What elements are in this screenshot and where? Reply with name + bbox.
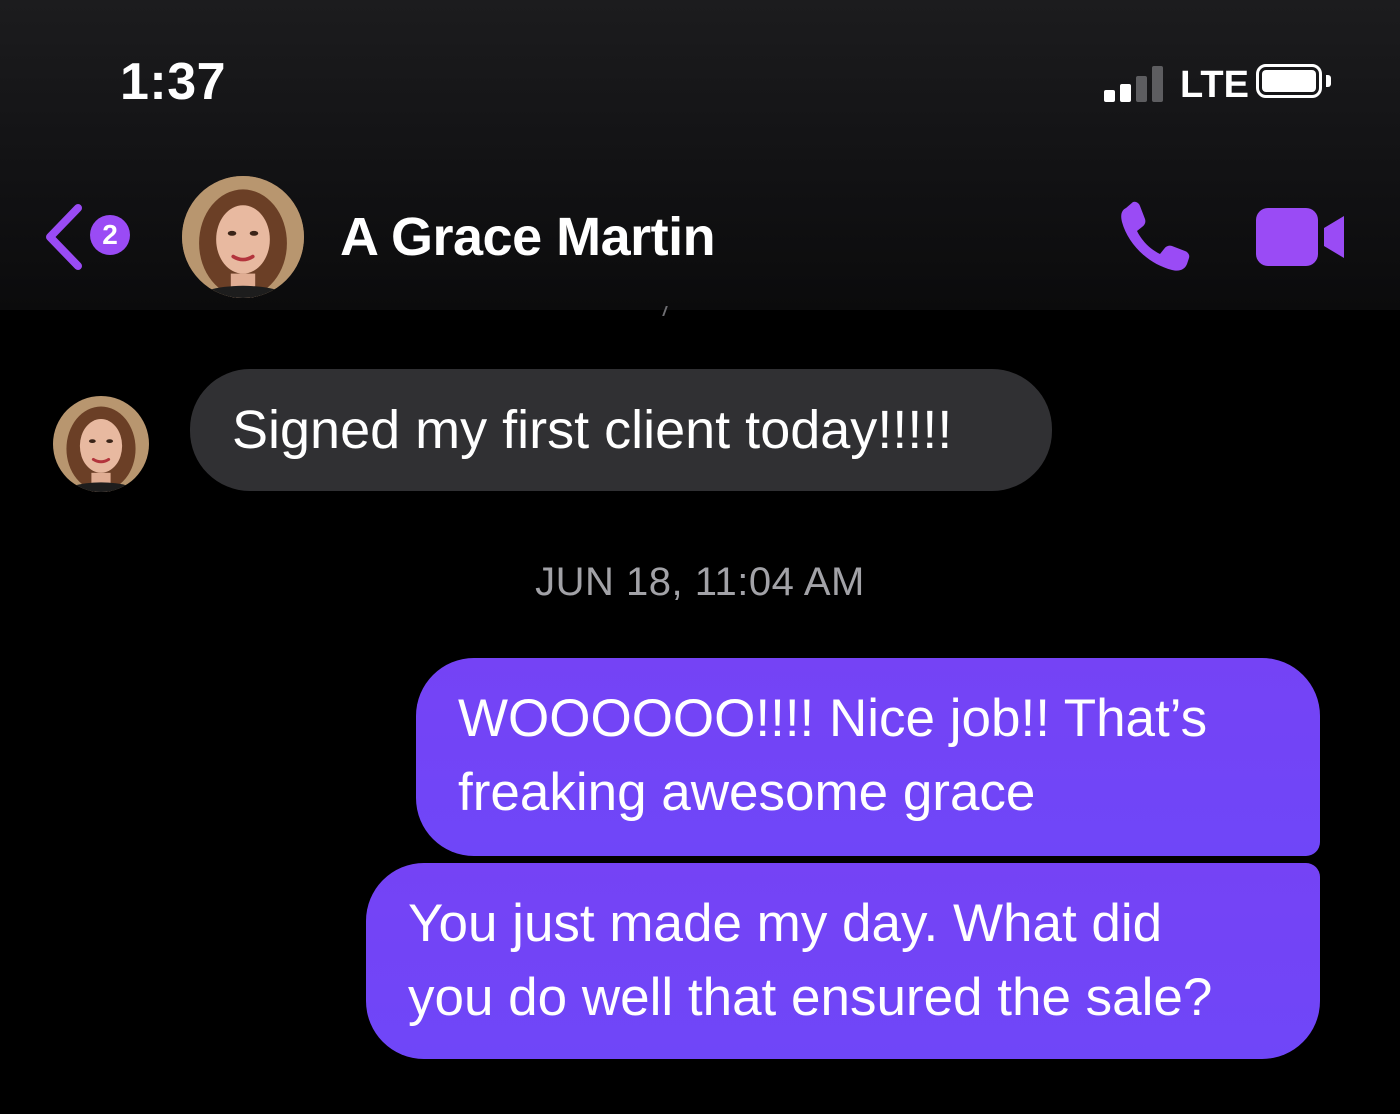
message-timestamp: JUN 18, 11:04 AM [535,560,865,604]
audio-call-button[interactable] [1114,200,1196,276]
status-time: 1:37 [120,53,227,111]
signal-strength-icon [1104,66,1166,102]
sender-avatar[interactable] [53,396,149,492]
profile-photo-icon [53,396,149,492]
contact-name[interactable]: A Grace Martin [340,206,716,268]
incoming-message[interactable]: Signed my first client today!!!!! [190,369,1052,491]
back-button[interactable]: 2 [40,198,152,274]
network-type: LTE [1180,64,1249,106]
outgoing-message[interactable]: WOOOOOO!!!! Nice job!! That’s freaking a… [416,658,1320,856]
phone-icon [1121,201,1190,271]
profile-photo-icon [182,176,304,298]
unread-badge: 2 [90,215,130,255]
contact-avatar[interactable] [182,176,304,298]
outgoing-message[interactable]: You just made my day. What did you do we… [366,863,1320,1059]
video-call-button[interactable] [1256,206,1348,268]
back-chevron-icon [46,204,82,270]
battery-icon [1256,64,1332,104]
video-camera-icon [1256,208,1344,266]
